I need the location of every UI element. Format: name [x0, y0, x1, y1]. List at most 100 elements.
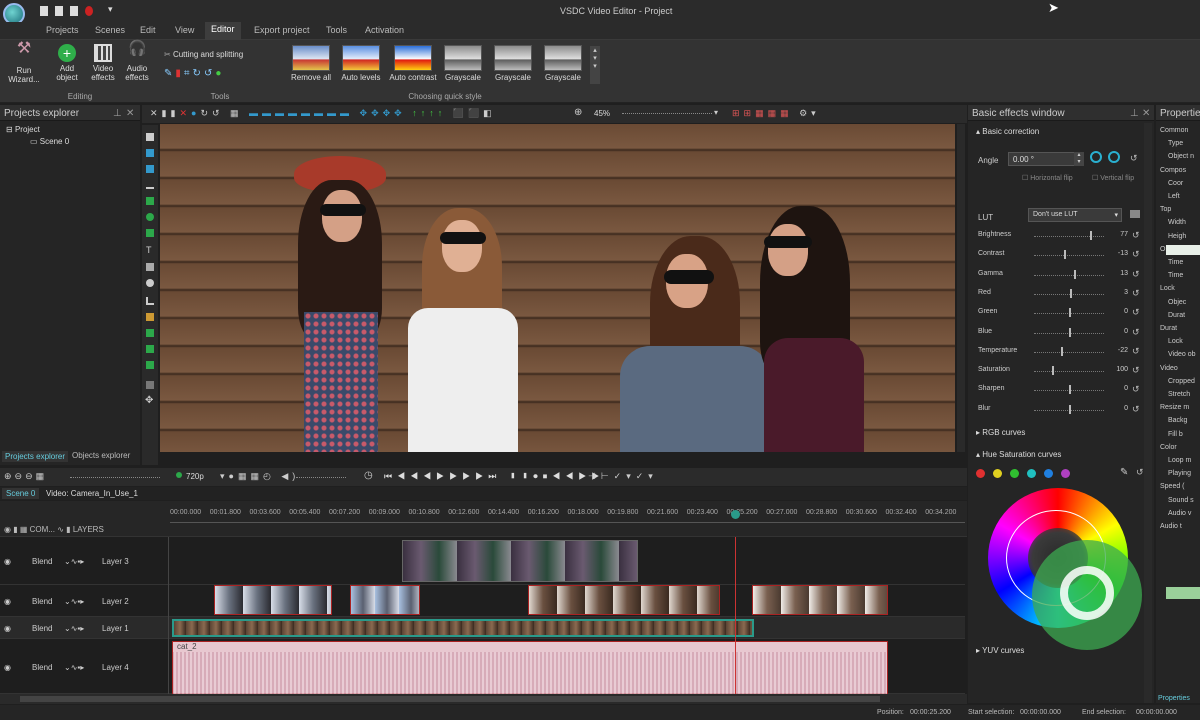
chart-tool-icon[interactable]	[146, 297, 154, 305]
text-tool-icon[interactable]: T	[146, 245, 152, 255]
track-controls-icon[interactable]: ⌄∿▪▸	[64, 597, 84, 606]
delete-icon[interactable]: ▮	[175, 68, 184, 79]
hue-color-dot[interactable]	[1027, 469, 1036, 478]
property-item[interactable]: Durat	[1168, 312, 1185, 319]
visibility-eye-icon[interactable]: ◉	[4, 597, 11, 606]
editor-tools-icons[interactable]: ✕▮▮✕●↻↺ ▦ ▬▬▬▬▬▬▬▬ ✥✥✥✥ ↑↑↑↑ ⬛⬛◧	[150, 108, 496, 119]
slider-track[interactable]	[1034, 351, 1104, 353]
slider-knob[interactable]	[1069, 327, 1071, 337]
slider-value[interactable]: 0	[1112, 328, 1128, 335]
rgb-curves-section[interactable]: ▸ RGB curves	[976, 428, 1025, 437]
zoom-dropdown-icon[interactable]: ▾	[714, 108, 718, 117]
crop-icon[interactable]: ⌗	[184, 68, 193, 79]
property-item[interactable]: Lock	[1160, 285, 1175, 292]
slider-track[interactable]	[1034, 274, 1104, 276]
hue-color-dot[interactable]	[1061, 469, 1070, 478]
slider-knob[interactable]	[1070, 288, 1073, 298]
preview-scrollbar-v[interactable]	[957, 124, 965, 452]
blend-mode[interactable]: Blend	[32, 624, 52, 633]
pin-icon[interactable]: ⊥	[1130, 108, 1139, 119]
timeline-scrollbar[interactable]	[0, 694, 967, 704]
horizontal-flip-checkbox[interactable]: ☐ Horizontal flip	[1022, 174, 1073, 182]
quick-style-5[interactable]: Grayscale	[542, 45, 584, 82]
transport-controls[interactable]: ⏮◀◀◀▶▶▶▶⏭ ▮▮⏺⏹◀◀▶▶	[384, 471, 604, 482]
slider-knob[interactable]	[1073, 269, 1076, 279]
property-item[interactable]: Resize m	[1160, 404, 1189, 411]
open-project-icon[interactable]	[55, 6, 63, 16]
slider-track[interactable]	[1034, 236, 1104, 237]
property-item[interactable]: Width	[1168, 219, 1186, 226]
grid-tools-icons[interactable]: ⊞⊞▦▦▦ ⚙▾	[732, 108, 820, 119]
eye-icon[interactable]: ◉	[4, 525, 11, 534]
reset-hue-icon[interactable]: ↺	[1136, 467, 1144, 478]
pin-icon[interactable]: ⊥	[113, 108, 122, 119]
movement-tool-icon[interactable]	[146, 361, 154, 369]
reset-icon[interactable]: ↺	[1132, 269, 1140, 280]
visibility-eye-icon[interactable]: ◉	[4, 557, 11, 566]
property-item[interactable]: Fill b	[1168, 431, 1183, 438]
rotate-icon[interactable]: ↻	[193, 68, 204, 79]
image-tool-icon[interactable]	[146, 329, 154, 337]
property-item[interactable]: Coor	[1168, 180, 1183, 187]
video-effects-button[interactable]: Video effects	[86, 44, 120, 82]
quick-access-dropdown-icon[interactable]: ▾	[108, 4, 113, 15]
zoom-value[interactable]: 45%	[594, 109, 610, 118]
quick-style-0[interactable]: Remove all	[290, 45, 332, 82]
quick-style-scroll[interactable]: ▴ ▾ ▾	[590, 46, 600, 84]
audio-effects-button[interactable]: 🎧 Audio effects	[120, 41, 154, 82]
property-item[interactable]: Time	[1168, 272, 1183, 279]
property-item[interactable]: Stretch	[1168, 391, 1190, 398]
property-item[interactable]: Playing	[1168, 470, 1191, 477]
visibility-eye-icon[interactable]: ◉	[4, 624, 11, 633]
menu-tools[interactable]: Tools	[326, 25, 347, 35]
menu-export-project[interactable]: Export project	[254, 25, 310, 35]
hue-color-dot[interactable]	[976, 469, 985, 478]
tab-projects-explorer[interactable]: Projects explorer	[2, 451, 69, 462]
audio-tool-icon[interactable]	[146, 165, 154, 173]
reset-icon[interactable]: ↺	[1132, 307, 1140, 318]
property-item[interactable]: Common	[1160, 127, 1188, 134]
quick-style-4[interactable]: Grayscale	[492, 45, 534, 82]
menu-activation[interactable]: Activation	[365, 25, 404, 35]
property-item[interactable]: Type	[1168, 140, 1183, 147]
composition-icon[interactable]: ▦	[20, 525, 28, 534]
property-item[interactable]: Object n	[1168, 153, 1194, 160]
reset-angle-icon[interactable]: ↺	[1130, 153, 1138, 164]
property-item[interactable]: Cropped	[1168, 378, 1195, 385]
property-item[interactable]: Video	[1160, 365, 1178, 372]
pointer-icon[interactable]	[146, 133, 154, 141]
property-item[interactable]: Lock	[1168, 338, 1183, 345]
reset-icon[interactable]: ↺	[1132, 404, 1140, 415]
basic-correction-section[interactable]: ▴ Basic correction	[976, 127, 1039, 136]
property-item[interactable]: Audio t	[1160, 523, 1182, 530]
property-item[interactable]: Top	[1160, 206, 1171, 213]
slider-knob[interactable]	[1090, 231, 1092, 240]
video-clip-selected[interactable]	[172, 619, 754, 637]
track-controls-icon[interactable]: ⌄∿▪▸	[64, 557, 84, 566]
tree-scene[interactable]: ▭ Scene 0	[30, 137, 69, 146]
slider-knob[interactable]	[1051, 366, 1054, 376]
video-clip[interactable]	[214, 585, 332, 615]
slider-track[interactable]	[1034, 255, 1104, 257]
tree-project[interactable]: ⊟ Project	[6, 125, 40, 134]
video-clip[interactable]	[402, 540, 638, 582]
lut-select[interactable]: Don't use LUT ▾	[1028, 208, 1122, 222]
zoom-tool-icon[interactable]	[146, 381, 154, 389]
eyedropper-icon[interactable]: ✎	[1120, 467, 1128, 478]
quick-style-2[interactable]: Auto contrast	[388, 45, 438, 82]
property-item[interactable]: Heigh	[1168, 233, 1186, 240]
move-tool-icon[interactable]: ✥	[145, 395, 153, 406]
slider-knob[interactable]	[1069, 308, 1071, 318]
rectangle-tool-icon[interactable]	[146, 197, 154, 205]
blend-mode[interactable]: Blend	[32, 597, 52, 606]
video-clip[interactable]	[752, 585, 888, 615]
property-item[interactable]: Audio v	[1168, 510, 1191, 517]
hue-color-dot[interactable]	[1010, 469, 1019, 478]
ellipse-tool-icon[interactable]	[146, 213, 154, 221]
rotate-back-icon[interactable]	[1108, 151, 1120, 163]
property-item[interactable]: Video ob	[1168, 351, 1196, 358]
slider-value[interactable]: 0	[1112, 308, 1128, 315]
menu-edit[interactable]: Edit	[140, 25, 156, 35]
timeline-zoom-controls[interactable]: ⊕⊖⊖▦	[4, 471, 47, 482]
blend-mode[interactable]: Blend	[32, 557, 52, 566]
